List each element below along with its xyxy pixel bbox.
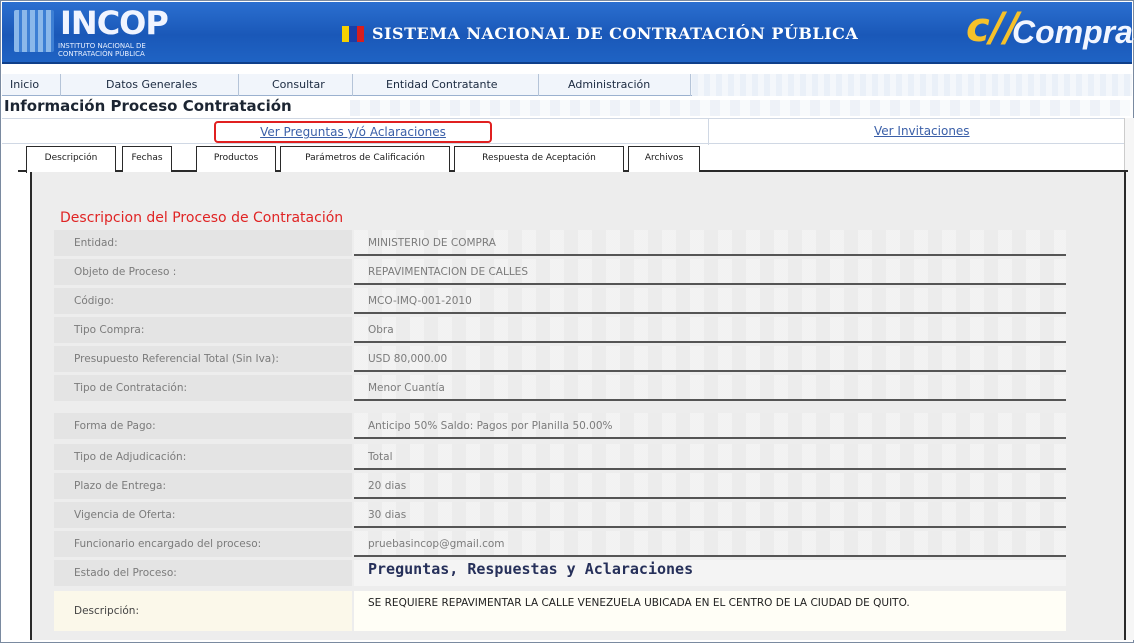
field-value: MCO-IMQ-001-2010 xyxy=(354,288,1066,314)
section-title: Descripcion del Proceso de Contratación xyxy=(60,210,344,226)
menu-divider xyxy=(352,74,353,96)
field-value: USD 80,000.00 xyxy=(354,346,1066,372)
menu-item-administracion[interactable]: Administración xyxy=(568,78,650,91)
field-label: Objeto de Proceso : xyxy=(54,259,352,285)
field-label: Plazo de Entrega: xyxy=(54,473,352,499)
field-row-tipo-compra: Tipo Compra: Obra xyxy=(54,317,1066,343)
tab-fechas[interactable]: Fechas xyxy=(122,146,172,172)
incop-logo-icon xyxy=(14,10,54,52)
menu-divider xyxy=(690,74,691,96)
compras-logo[interactable]: c// Compras xyxy=(954,5,1134,58)
field-label: Entidad: xyxy=(54,230,352,256)
field-row-descripcion: Descripción: SE REQUIERE REPAVIMENTAR LA… xyxy=(54,591,1066,631)
field-row-estado-proceso: Estado del Proceso: Preguntas, Respuesta… xyxy=(54,560,1066,586)
field-label: Vigencia de Oferta: xyxy=(54,502,352,528)
system-title: SISTEMA NACIONAL DE CONTRATACIÓN PÚBLICA xyxy=(342,24,858,43)
ver-preguntas-link[interactable]: Ver Preguntas y/ó Aclaraciones xyxy=(214,121,492,143)
field-row-funcionario: Funcionario encargado del proceso: prueb… xyxy=(54,531,1066,557)
menu-item-consultar[interactable]: Consultar xyxy=(272,78,325,91)
field-value: Menor Cuantía xyxy=(354,375,1066,401)
field-label: Forma de Pago: xyxy=(54,413,352,439)
flag-icon xyxy=(342,25,364,42)
field-label: Presupuesto Referencial Total (Sin Iva): xyxy=(54,346,352,372)
description-value: SE REQUIERE REPAVIMENTAR LA CALLE VENEZU… xyxy=(354,591,1066,631)
menu-divider xyxy=(538,74,539,96)
field-row-forma-pago: Forma de Pago: Anticipo 50% Saldo: Pagos… xyxy=(54,413,1066,439)
main-menu: Inicio Datos Generales Consultar Entidad… xyxy=(2,74,1132,96)
field-label: Funcionario encargado del proceso: xyxy=(54,531,352,557)
field-row-plazo-entrega: Plazo de Entrega: 20 dias xyxy=(54,473,1066,499)
menu-divider xyxy=(238,74,239,96)
system-title-text: SISTEMA NACIONAL DE CONTRATACIÓN PÚBLICA xyxy=(372,24,859,43)
menu-item-datos-generales[interactable]: Datos Generales xyxy=(106,78,197,91)
links-divider xyxy=(708,119,709,145)
menu-background-pattern xyxy=(692,74,1132,96)
ver-invitaciones-link[interactable]: Ver Invitaciones xyxy=(874,124,970,138)
field-value: Obra xyxy=(354,317,1066,343)
incop-logo-title: INCOP xyxy=(60,4,169,42)
menu-item-inicio[interactable]: Inicio xyxy=(10,78,39,91)
menu-divider xyxy=(60,74,61,96)
compras-logo-icon: c// xyxy=(966,5,1019,51)
field-row-presupuesto: Presupuesto Referencial Total (Sin Iva):… xyxy=(54,346,1066,372)
tab-productos[interactable]: Productos xyxy=(196,146,276,172)
tab-parametros-calificacion[interactable]: Parámetros de Calificación xyxy=(280,146,450,172)
field-value: Total xyxy=(354,444,1066,470)
field-label: Tipo Compra: xyxy=(54,317,352,343)
incop-logo[interactable]: INCOP INSTITUTO NACIONAL DE CONTRATACIÓN… xyxy=(10,4,169,60)
tab-archivos[interactable]: Archivos xyxy=(628,146,700,172)
field-label: Tipo de Adjudicación: xyxy=(54,444,352,470)
field-value: 30 dias xyxy=(354,502,1066,528)
field-row-objeto: Objeto de Proceso : REPAVIMENTACION DE C… xyxy=(54,259,1066,285)
incop-logo-subtitle: INSTITUTO NACIONAL DE CONTRATACIÓN PÚBLI… xyxy=(58,42,146,58)
status-value: Preguntas, Respuestas y Aclaraciones xyxy=(354,560,1066,586)
page-title: Información Proceso Contratación xyxy=(4,97,292,115)
field-value: Anticipo 50% Saldo: Pagos por Planilla 5… xyxy=(354,413,1066,439)
links-row: Ver Preguntas y/ó Aclaraciones Ver Invit… xyxy=(2,118,1132,145)
field-label: Descripción: xyxy=(54,591,352,631)
tab-bar: Descripción Fechas Productos Parámetros … xyxy=(18,146,1128,173)
field-value: REPAVIMENTACION DE CALLES xyxy=(354,259,1066,285)
compras-logo-text: Compras xyxy=(1012,14,1134,50)
field-label: Tipo de Contratación: xyxy=(54,375,352,401)
field-row-codigo: Código: MCO-IMQ-001-2010 xyxy=(54,288,1066,314)
tab-descripcion[interactable]: Descripción xyxy=(26,146,116,173)
field-row-entidad: Entidad: MINISTERIO DE COMPRA xyxy=(54,230,1066,256)
field-value: 20 dias xyxy=(354,473,1066,499)
site-header: INCOP INSTITUTO NACIONAL DE CONTRATACIÓN… xyxy=(2,2,1134,64)
menu-item-entidad-contratante[interactable]: Entidad Contratante xyxy=(386,78,498,91)
field-row-tipo-contratacion: Tipo de Contratación: Menor Cuantía xyxy=(54,375,1066,401)
field-value: pruebasincop@gmail.com xyxy=(354,531,1066,557)
field-value: MINISTERIO DE COMPRA xyxy=(354,230,1066,256)
field-row-vigencia-oferta: Vigencia de Oferta: 30 dias xyxy=(54,502,1066,528)
field-row-tipo-adjudicacion: Tipo de Adjudicación: Total xyxy=(54,444,1066,470)
field-label: Código: xyxy=(54,288,352,314)
tab-respuesta-aceptacion[interactable]: Respuesta de Aceptación xyxy=(454,146,624,172)
title-background-pattern xyxy=(350,100,1130,116)
field-label: Estado del Proceso: xyxy=(54,560,352,586)
